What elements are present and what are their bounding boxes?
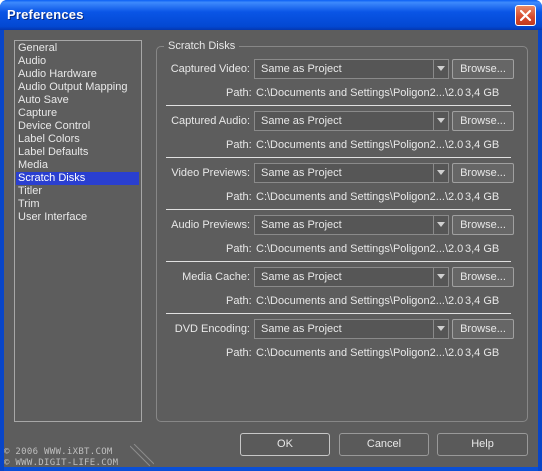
captured-video-dropdown-value: Same as Project: [261, 63, 342, 75]
audio-previews-browse-button[interactable]: Browse...: [452, 215, 514, 235]
sidebar-item-user-interface[interactable]: User Interface: [16, 211, 139, 224]
audio-previews-free-space: 3,4 GB: [465, 243, 500, 255]
chevron-down-icon[interactable]: [433, 216, 448, 234]
sidebar-item-label-defaults[interactable]: Label Defaults: [16, 146, 139, 159]
resize-grip-decoration: [130, 444, 154, 467]
row-divider: [166, 157, 511, 158]
audio-previews-path-value: C:\Documents and Settings\Poligon2...\2.…: [256, 243, 464, 255]
chevron-down-icon[interactable]: [433, 60, 448, 78]
sidebar-item-media[interactable]: Media: [16, 159, 139, 172]
window-title: Preferences: [7, 7, 84, 22]
captured-audio-path-value: C:\Documents and Settings\Poligon2...\2.…: [256, 139, 464, 151]
chevron-down-icon[interactable]: [433, 112, 448, 130]
title-bar[interactable]: Preferences: [0, 0, 542, 30]
sidebar-item-audio[interactable]: Audio: [16, 55, 139, 68]
sidebar-item-titler[interactable]: Titler: [16, 185, 139, 198]
watermark-line-2: © WWW.DIGIT-LIFE.COM: [4, 458, 119, 468]
video-previews-dropdown[interactable]: Same as Project: [254, 163, 449, 183]
sidebar-item-audio-output-mapping[interactable]: Audio Output Mapping: [16, 81, 139, 94]
video-previews-label: Video Previews:: [171, 167, 250, 179]
media-cache-browse-button[interactable]: Browse...: [452, 267, 514, 287]
close-button[interactable]: [515, 5, 536, 26]
help-button[interactable]: Help: [437, 433, 528, 456]
captured-video-path-value: C:\Documents and Settings\Poligon2...\2.…: [256, 87, 464, 99]
captured-audio-dropdown-value: Same as Project: [261, 115, 342, 127]
dvd-encoding-label: DVD Encoding:: [174, 323, 250, 335]
audio-previews-dropdown-value: Same as Project: [261, 219, 342, 231]
watermark-line-1: © 2006 WWW.iXBT.COM: [4, 447, 113, 457]
dvd-encoding-dropdown-value: Same as Project: [261, 323, 342, 335]
row-divider: [166, 261, 511, 262]
close-icon: [519, 9, 532, 22]
audio-previews-dropdown[interactable]: Same as Project: [254, 215, 449, 235]
captured-audio-dropdown[interactable]: Same as Project: [254, 111, 449, 131]
cancel-button[interactable]: Cancel: [339, 433, 429, 456]
sidebar-item-device-control[interactable]: Device Control: [16, 120, 139, 133]
captured-video-path-label: Path:: [226, 87, 252, 99]
row-divider: [166, 313, 511, 314]
dvd-encoding-browse-button[interactable]: Browse...: [452, 319, 514, 339]
sidebar-item-scratch-disks[interactable]: Scratch Disks: [16, 172, 139, 185]
audio-previews-label: Audio Previews:: [171, 219, 250, 231]
video-previews-dropdown-value: Same as Project: [261, 167, 342, 179]
dvd-encoding-path-label: Path:: [226, 347, 252, 359]
captured-audio-path-label: Path:: [226, 139, 252, 151]
media-cache-free-space: 3,4 GB: [465, 295, 500, 307]
sidebar-item-capture[interactable]: Capture: [16, 107, 139, 120]
captured-video-label: Captured Video:: [170, 63, 250, 75]
audio-previews-path-label: Path:: [226, 243, 252, 255]
captured-audio-free-space: 3,4 GB: [465, 139, 500, 151]
video-previews-path-value: C:\Documents and Settings\Poligon2...\2.…: [256, 191, 464, 203]
video-previews-path-label: Path:: [226, 191, 252, 203]
dvd-encoding-path-value: C:\Documents and Settings\Poligon2...\2.…: [256, 347, 464, 359]
chevron-down-icon[interactable]: [433, 320, 448, 338]
chevron-down-icon[interactable]: [433, 164, 448, 182]
chevron-down-icon[interactable]: [433, 268, 448, 286]
sidebar-item-audio-hardware[interactable]: Audio Hardware: [16, 68, 139, 81]
captured-audio-label: Captured Audio:: [171, 115, 250, 127]
video-previews-free-space: 3,4 GB: [465, 191, 500, 203]
row-divider: [166, 209, 511, 210]
media-cache-dropdown[interactable]: Same as Project: [254, 267, 449, 287]
dvd-encoding-free-space: 3,4 GB: [465, 347, 500, 359]
sidebar-item-auto-save[interactable]: Auto Save: [16, 94, 139, 107]
ok-button[interactable]: OK: [240, 433, 330, 456]
watermark: © 2006 WWW.iXBT.COM © WWW.DIGIT-LIFE.COM: [4, 448, 118, 468]
captured-audio-browse-button[interactable]: Browse...: [452, 111, 514, 131]
row-divider: [166, 105, 511, 106]
captured-video-browse-button[interactable]: Browse...: [452, 59, 514, 79]
media-cache-path-label: Path:: [226, 295, 252, 307]
media-cache-label: Media Cache:: [182, 271, 250, 283]
sidebar-item-general[interactable]: General: [16, 42, 139, 55]
media-cache-dropdown-value: Same as Project: [261, 271, 342, 283]
captured-video-dropdown[interactable]: Same as Project: [254, 59, 449, 79]
video-previews-browse-button[interactable]: Browse...: [452, 163, 514, 183]
sidebar-item-trim[interactable]: Trim: [16, 198, 139, 211]
dvd-encoding-dropdown[interactable]: Same as Project: [254, 319, 449, 339]
captured-video-free-space: 3,4 GB: [465, 87, 500, 99]
window-border-right: [538, 30, 542, 471]
group-title: Scratch Disks: [164, 40, 240, 53]
media-cache-path-value: C:\Documents and Settings\Poligon2...\2.…: [256, 295, 464, 307]
sidebar-item-label-colors[interactable]: Label Colors: [16, 133, 139, 146]
